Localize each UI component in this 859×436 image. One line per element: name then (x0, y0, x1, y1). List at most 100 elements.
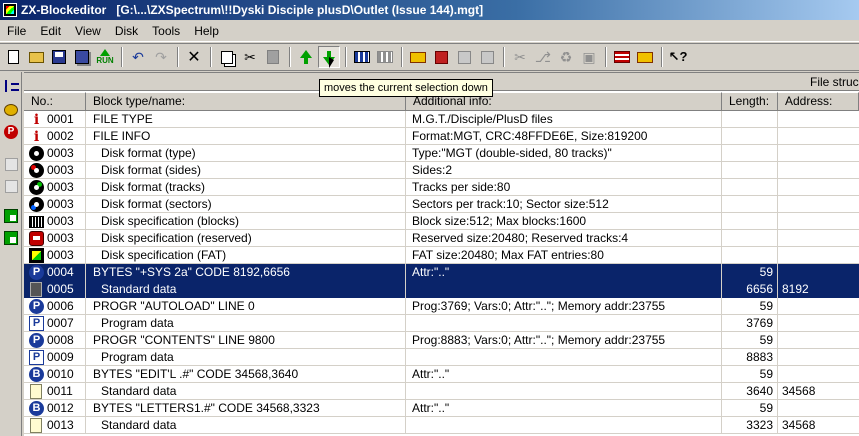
cell-type: Disk format (type) (86, 145, 406, 162)
cell-length (722, 111, 778, 128)
cell-info (406, 281, 722, 298)
table-row[interactable]: P 0007 Program data 3769 (24, 315, 859, 332)
tool-scissors-button[interactable]: ✂ (509, 46, 531, 68)
table-row[interactable]: 0003 Disk specification (FAT) FAT size:204… (24, 247, 859, 264)
undo-button[interactable]: ↶ (127, 46, 149, 68)
scissors-icon: ✂ (244, 48, 256, 65)
menu-edit[interactable]: Edit (33, 22, 68, 40)
cell-address (778, 128, 859, 145)
menu-view[interactable]: View (68, 22, 108, 40)
tool-clipboard-button[interactable]: ▣ (578, 46, 600, 68)
table-row[interactable]: 0003 Disk format (sides) Sides:2 (24, 162, 859, 179)
row-number: 0012 (47, 401, 74, 415)
table-row[interactable]: i 0002 FILE INFO Format:MGT, CRC:48FFDE6E, … (24, 128, 859, 145)
menu-help[interactable]: Help (187, 22, 226, 40)
gray-scissors-icon: ✂ (514, 48, 526, 65)
table-row[interactable]: 0011 Standard data 3640 34568 (24, 383, 859, 400)
save-all-button[interactable] (71, 46, 93, 68)
cell-no: 0011 (24, 383, 86, 400)
listing-button[interactable] (611, 46, 633, 68)
table-row[interactable]: P 0006 PROGR "AUTOLOAD" LINE 0 Prog:3769; V… (24, 298, 859, 315)
app-icon[interactable] (3, 3, 17, 17)
green-square-icon[interactable] (3, 230, 19, 246)
cell-no: 0003 (24, 162, 86, 179)
tool-replace-button[interactable]: ♻ (555, 46, 577, 68)
open-button[interactable] (25, 46, 47, 68)
table-row[interactable]: 0003 Disk specification (reserved) Reserve… (24, 230, 859, 247)
disk-blue-icon (29, 197, 44, 212)
fat-icon (29, 248, 44, 263)
column-header-no[interactable]: No.: (24, 92, 86, 111)
cell-type: Disk format (sectors) (86, 196, 406, 213)
block-grid[interactable]: File struc No.: Block type/name: Additio… (24, 72, 859, 436)
table-row[interactable]: 0003 Disk format (type) Type:"MGT (double-… (24, 145, 859, 162)
cell-info: Sectors per track:10; Sector size:512 (406, 196, 722, 213)
table-row[interactable]: B 0012 BYTES "LETTERS1.#" CODE 34568,3323 A… (24, 400, 859, 417)
table-row[interactable]: P 0004 BYTES "+SYS 2a" CODE 8192,6656 Attr:… (24, 264, 859, 281)
p-badge-icon[interactable]: P (3, 124, 19, 140)
cell-length (722, 128, 778, 145)
save-button[interactable] (48, 46, 70, 68)
redo-button[interactable]: ↷ (150, 46, 172, 68)
gray-replace-icon: ♻ (559, 48, 573, 65)
grid-rows: i 0001 FILE TYPE M.G.T./Disciple/PlusD file… (24, 111, 859, 434)
toolbar-separator (121, 47, 123, 67)
fruit-icon[interactable] (3, 102, 19, 118)
block-red-button[interactable] (430, 46, 452, 68)
run-button[interactable]: RUN (94, 46, 116, 68)
table-row[interactable]: 0003 Disk specification (blocks) Block siz… (24, 213, 859, 230)
menu-disk[interactable]: Disk (108, 22, 145, 40)
gray-box-icon[interactable] (3, 178, 19, 194)
table-row[interactable]: P 0008 PROGR "CONTENTS" LINE 9800 Prog:8883… (24, 332, 859, 349)
cell-no: 0013 (24, 417, 86, 434)
menu-file[interactable]: File (0, 22, 33, 40)
column-header-address[interactable]: Address: (778, 92, 859, 111)
cell-info: Format:MGT, CRC:48FFDE6E, Size:819200 (406, 128, 722, 145)
copy-button[interactable] (216, 46, 238, 68)
cell-type: BYTES "+SYS 2a" CODE 8192,6656 (86, 264, 406, 281)
cell-info: Attr:".." (406, 400, 722, 417)
row-number: 0010 (47, 367, 74, 381)
split-blocks-button[interactable] (374, 46, 396, 68)
menu-tools[interactable]: Tools (145, 22, 187, 40)
paste-button[interactable] (262, 46, 284, 68)
cell-no: P 0009 (24, 349, 86, 366)
table-row[interactable]: 0003 Disk format (tracks) Tracks per side:… (24, 179, 859, 196)
cell-no: 0003 (24, 230, 86, 247)
table-row[interactable]: 0013 Standard data 3323 34568 (24, 417, 859, 434)
cell-info (406, 383, 722, 400)
picture-button[interactable] (634, 46, 656, 68)
cell-length: 3323 (722, 417, 778, 434)
merge-blocks-button[interactable] (351, 46, 373, 68)
table-row[interactable]: 0005 Standard data 6656 8192 (24, 281, 859, 298)
cell-no: B 0012 (24, 400, 86, 417)
cell-no: P 0007 (24, 315, 86, 332)
tree-view-icon[interactable] (3, 78, 19, 94)
delete-button[interactable]: ✕ (183, 46, 205, 68)
move-down-button[interactable] (318, 46, 340, 68)
table-row[interactable]: B 0010 BYTES "EDIT'L .#" CODE 34568,3640 At… (24, 366, 859, 383)
file-structure-label: File struc (810, 75, 859, 89)
new-button[interactable] (2, 46, 24, 68)
doc-icon (30, 384, 42, 399)
cell-address (778, 332, 859, 349)
block-gray2-button[interactable] (476, 46, 498, 68)
table-row[interactable]: i 0001 FILE TYPE M.G.T./Disciple/PlusD file… (24, 111, 859, 128)
table-row[interactable]: P 0009 Program data 8883 (24, 349, 859, 366)
cell-length: 59 (722, 366, 778, 383)
cell-no: P 0004 (24, 264, 86, 281)
toolbar: RUN ↶ ↷ ✕ ✂ ✂ ⎇ ♻ ▣ ↖? (0, 43, 859, 71)
p-icon: P (29, 265, 44, 280)
row-number: 0003 (47, 248, 74, 262)
cell-info (406, 349, 722, 366)
table-row[interactable]: 0003 Disk format (sectors) Sectors per tra… (24, 196, 859, 213)
tool-hierarchy-button[interactable]: ⎇ (532, 46, 554, 68)
cut-button[interactable]: ✂ (239, 46, 261, 68)
move-up-button[interactable] (295, 46, 317, 68)
tape-button[interactable] (407, 46, 429, 68)
gray-box-icon[interactable] (3, 156, 19, 172)
green-square-icon[interactable] (3, 208, 19, 224)
block-gray-button[interactable] (453, 46, 475, 68)
column-header-length[interactable]: Length: (722, 92, 778, 111)
context-help-button[interactable]: ↖? (667, 46, 689, 68)
